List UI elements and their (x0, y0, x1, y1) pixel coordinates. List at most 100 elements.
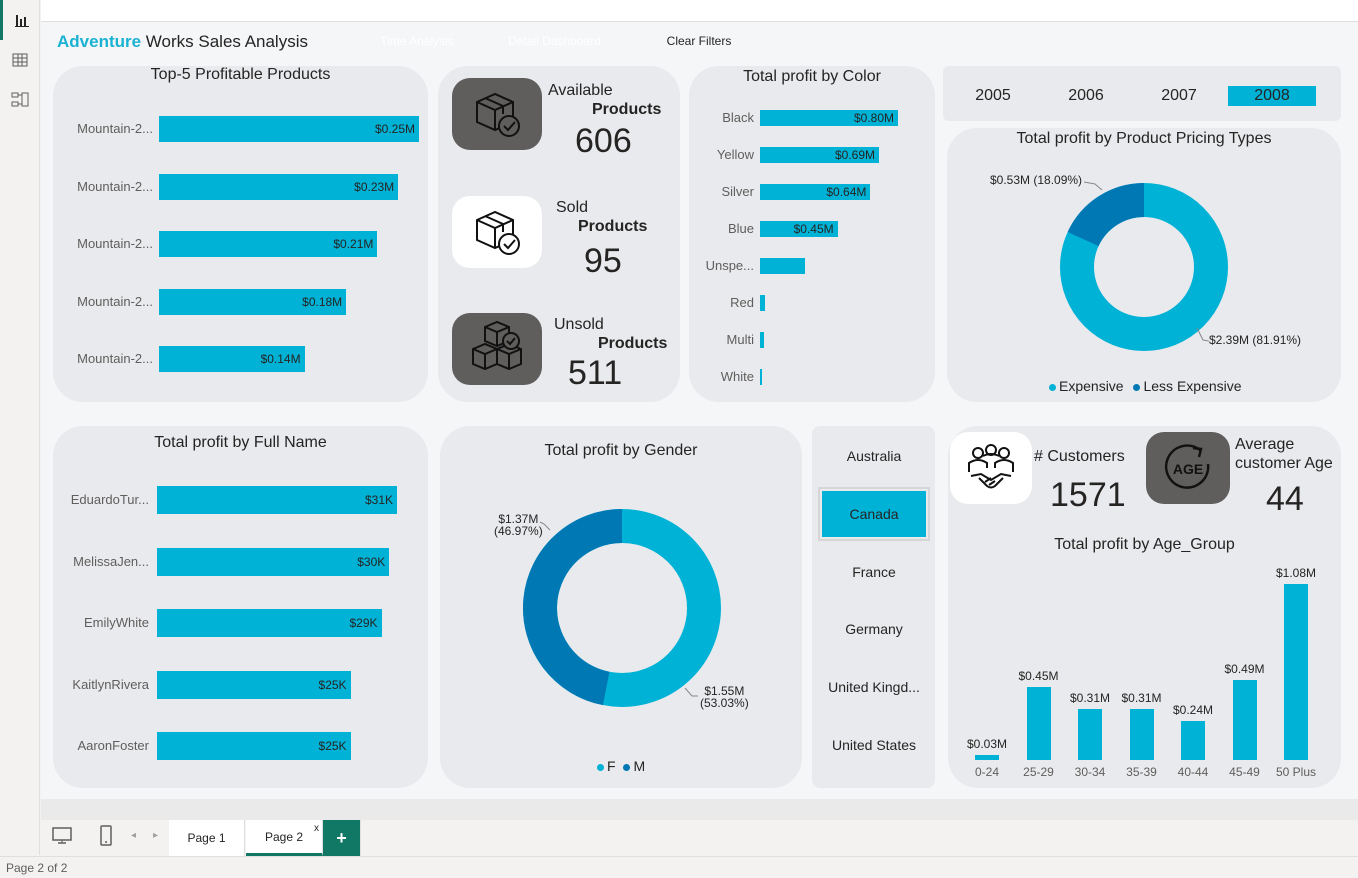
bar-category-label: Mountain-2... (77, 121, 153, 136)
box-check-icon (452, 196, 542, 268)
age-group-title: Total profit by Age_Group (1054, 536, 1235, 553)
donut-slice-less-expensive[interactable] (1067, 183, 1145, 247)
model-view-button[interactable] (0, 80, 40, 120)
pricing-legend: Expensive Less Expensive (1049, 378, 1242, 394)
country-option[interactable]: Canada (818, 486, 930, 541)
bar-category-label: Black (722, 110, 754, 125)
prev-page-icon[interactable]: ◂ (131, 830, 136, 841)
bar[interactable] (760, 258, 805, 274)
year-option-2005[interactable]: 2005 (949, 86, 1037, 106)
country-option[interactable]: Germany (822, 606, 926, 652)
donut-slice-m[interactable] (523, 509, 623, 706)
bar-category-label: Blue (727, 221, 754, 236)
pricing-types-visual[interactable]: Total profit by Product Pricing Types $0… (947, 128, 1341, 402)
bar-category-label: Mountain-2... (77, 293, 153, 309)
age-group-category-label: 35-39 (1126, 765, 1157, 779)
legend-f: F (607, 758, 616, 774)
year-option-2006[interactable]: 2006 (1042, 86, 1130, 106)
available-label: Available (548, 82, 613, 99)
profit-by-gender-visual[interactable]: Total profit by Gender $1.37M (46.97%) $… (440, 426, 802, 788)
time-analysis-button[interactable]: Time Analysis (361, 28, 473, 54)
bar-category-label: Unspe... (705, 258, 754, 273)
boxes-stack-icon (452, 313, 542, 385)
age-group-category-label: 30-34 (1074, 765, 1106, 779)
age-group-value-label: $0.24M (1172, 702, 1214, 717)
unsold-label: Unsold (554, 316, 604, 333)
bar-category-label: Mountain-2... (77, 236, 153, 251)
canvas-top-strip (41, 0, 1358, 22)
clear-filters-label: Clear Filters (666, 34, 732, 48)
country-option[interactable]: United Kingd... (822, 664, 926, 710)
age-group-value-label: $0.49M (1224, 662, 1265, 677)
country-option[interactable]: United States (822, 722, 926, 768)
bar-value-label: $0.23M (354, 179, 395, 194)
table-view-button[interactable] (0, 40, 40, 80)
clear-filters-button[interactable]: Clear Filters (643, 28, 755, 54)
customers-value: 1571 (1050, 476, 1126, 514)
year-option-2007[interactable]: 2007 (1135, 86, 1223, 106)
bar[interactable] (760, 295, 766, 311)
bar-value-label: $0.64M (826, 185, 867, 199)
next-page-icon[interactable]: ▸ (153, 830, 158, 841)
sold-products-label: Products (578, 218, 648, 235)
age-group-category-label: 45-49 (1229, 765, 1260, 779)
detail-dashboard-button[interactable]: Detail Dashboard (498, 28, 611, 54)
profit-by-color-visual[interactable]: Total profit by Color Black $0.80M Yellow $… (689, 66, 935, 402)
gender-label-f: $1.55M (53.03%) (700, 684, 749, 710)
page-tab-1[interactable]: Page 1 (169, 820, 245, 856)
report-view-button[interactable] (0, 0, 40, 40)
close-tab-icon[interactable]: x (314, 823, 319, 834)
bar-category-label: White (720, 369, 754, 384)
bar-chart-icon (14, 15, 29, 27)
profit-by-name-title: Total profit by Full Name (154, 434, 327, 451)
customers-label: # Customers (1034, 448, 1125, 465)
top-products-visual[interactable]: Top-5 Profitable Products Mountain-2... $… (53, 66, 428, 402)
detail-dashboard-label: Detail Dashboard (508, 34, 601, 48)
avg-age-value: 44 (1266, 480, 1304, 518)
bar-category-label: Mountain-2... (77, 178, 153, 194)
bar-value-label: $0.25M (374, 122, 415, 136)
sold-label: Sold (556, 199, 589, 216)
age-group-category-label: 40-44 (1177, 765, 1209, 779)
report-canvas-area: Adventure Works Sales Analysis Time Anal… (41, 0, 1358, 820)
report-title-rest: Works Sales Analysis (141, 32, 308, 51)
table-icon (12, 53, 28, 67)
legend-expensive: Expensive (1059, 378, 1124, 394)
country-option[interactable]: France (822, 549, 926, 595)
bar[interactable] (760, 332, 765, 348)
gender-label-m-pct: (46.97%) (494, 524, 543, 538)
bar-category-label: MelissaJen... (73, 553, 149, 569)
bar[interactable] (760, 369, 762, 385)
year-option-2008[interactable]: 2008 (1228, 86, 1316, 106)
age-group-bar[interactable] (1181, 720, 1205, 760)
legend-dot-m (623, 763, 631, 771)
age-group-bar[interactable] (1129, 709, 1154, 760)
add-page-button[interactable]: + (323, 820, 361, 856)
age-group-bar[interactable] (1078, 709, 1102, 760)
page-tab-2[interactable]: Page 2 x (246, 820, 323, 856)
age-group-bar[interactable] (1232, 680, 1257, 760)
profit-by-color-title: Total profit by Color (743, 68, 881, 85)
time-analysis-label: Time Analysis (380, 34, 454, 48)
year-slicer: 2005 2006 2007 2008 (943, 66, 1341, 121)
page-tab-1-label: Page 1 (187, 831, 226, 845)
country-option[interactable]: Australia (822, 433, 926, 479)
page-tab-2-label: Page 2 (264, 829, 304, 844)
bar-value-label: $31K (364, 493, 393, 507)
profit-by-name-visual[interactable]: Total profit by Full Name EduardoTur... $… (53, 426, 428, 788)
age-group-bar[interactable] (1284, 584, 1308, 760)
bar-category-label: EmilyWhite (83, 615, 149, 630)
age-group-bar[interactable] (975, 755, 999, 760)
status-bar: Page 2 of 2 (0, 856, 1358, 878)
gender-label-f-pct: (53.03%) (700, 696, 749, 710)
bar-category-label: Mountain-2... (77, 351, 153, 366)
page-tabs-bar: ◂ ▸ Page 1 Page 2 x + (41, 820, 1358, 856)
model-icon (11, 92, 29, 107)
country-slicer: Australia Canada France Germany United Kingd… (812, 426, 935, 788)
bar-category-label: KaitlynRivera (72, 676, 149, 692)
desktop-view-icon[interactable] (51, 826, 73, 851)
gender-donut-svg (523, 509, 721, 707)
age-group-bar[interactable] (1026, 686, 1051, 760)
mobile-view-icon[interactable] (99, 825, 113, 852)
bar-category-label: AaronFoster (77, 738, 149, 753)
